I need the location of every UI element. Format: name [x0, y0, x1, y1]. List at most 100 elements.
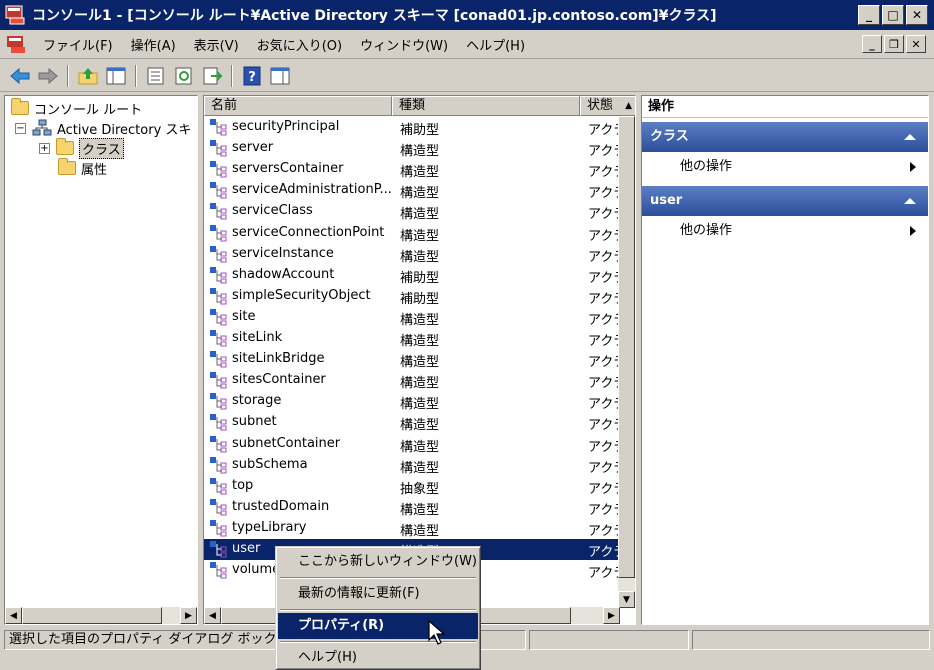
- column-header-type[interactable]: 種類: [392, 96, 580, 116]
- menu-view[interactable]: 表示(V): [185, 35, 248, 54]
- context-properties[interactable]: プロパティ(R): [278, 613, 478, 639]
- cell-name: simpleSecurityObject: [232, 287, 371, 303]
- tree-horizontal-scrollbar[interactable]: ◀ ▶: [5, 607, 197, 624]
- minimize-button[interactable]: _: [858, 5, 880, 25]
- tree-node-ad-schema[interactable]: − Active Directory スキ: [15, 118, 191, 138]
- list-row-sitelink[interactable]: siteLink 構造型 アクテ: [204, 328, 624, 349]
- window-title: コンソール1 - [コンソール ルート¥Active Directory スキー…: [32, 8, 717, 24]
- list-row-sitescontainer[interactable]: sitesContainer 構造型 アクテ: [204, 370, 624, 391]
- list-row-serviceconnectionpoint[interactable]: serviceConnectionPoint 構造型 アクテ: [204, 223, 624, 244]
- menu-bar: ファイル(F) 操作(A) 表示(V) お気に入り(O) ウィンドウ(W) ヘル…: [0, 31, 934, 59]
- schema-class-icon: [210, 351, 227, 368]
- column-header-name[interactable]: 名前: [204, 96, 392, 116]
- list-row-serviceclass[interactable]: serviceClass 構造型 アクテ: [204, 201, 624, 222]
- list-row-subnet[interactable]: subnet 構造型 アクテ: [204, 412, 624, 433]
- schema-class-icon: [210, 456, 227, 474]
- list-row-serverscontainer[interactable]: serversContainer 構造型 アクテ: [204, 159, 624, 180]
- cell-type: 補助型: [400, 270, 440, 286]
- menu-action[interactable]: 操作(A): [122, 35, 185, 54]
- back-arrow-icon: [10, 67, 30, 84]
- list-row-site[interactable]: site 構造型 アクテ: [204, 307, 624, 328]
- action-section-user[interactable]: user: [642, 186, 928, 216]
- document-icon[interactable]: [6, 35, 28, 55]
- properties-toolbar-button[interactable]: [144, 64, 168, 88]
- maximize-button[interactable]: □: [882, 5, 904, 25]
- close-button[interactable]: ✕: [906, 5, 928, 25]
- tree-node-attributes[interactable]: 属性: [58, 158, 107, 178]
- folder-up-icon: [78, 67, 98, 84]
- list-row-shadowaccount[interactable]: shadowAccount 補助型 アクテ: [204, 265, 624, 286]
- collapse-caret-icon[interactable]: [904, 198, 916, 204]
- help-button[interactable]: ?: [240, 64, 264, 88]
- child-close-button[interactable]: ✕: [906, 35, 926, 53]
- cell-name: serversContainer: [232, 161, 344, 177]
- schema-class-icon: [210, 498, 227, 516]
- child-restore-button[interactable]: ❐: [884, 35, 904, 53]
- context-refresh[interactable]: 最新の情報に更新(F): [278, 581, 478, 607]
- collapse-icon[interactable]: −: [15, 122, 26, 134]
- list-row-server[interactable]: server 構造型 アクテ: [204, 138, 624, 159]
- menu-file[interactable]: ファイル(F): [34, 35, 122, 54]
- list-row-subnetcontainer[interactable]: subnetContainer 構造型 アクテ: [204, 434, 624, 455]
- cell-type: 構造型: [400, 355, 440, 371]
- action-section-classes[interactable]: クラス: [642, 122, 928, 152]
- cell-name: serviceClass: [232, 203, 313, 219]
- list-row-storage[interactable]: storage 構造型 アクテ: [204, 391, 624, 412]
- schema-class-icon: [210, 477, 227, 495]
- refresh-button[interactable]: [172, 64, 196, 88]
- tree-node-console-root[interactable]: コンソール ルート: [11, 98, 142, 118]
- show-hide-action-pane-button[interactable]: [268, 64, 292, 88]
- schema-class-icon: [210, 287, 227, 305]
- list-row-top[interactable]: top 抽象型 アクテ: [204, 476, 624, 497]
- action-more-actions-user[interactable]: 他の操作: [642, 216, 928, 246]
- forward-button[interactable]: [36, 64, 60, 88]
- maximize-icon: □: [887, 8, 899, 22]
- list-row-simplesecurityobject[interactable]: simpleSecurityObject 補助型 アクテ: [204, 286, 624, 307]
- schema-class-icon: [210, 330, 227, 347]
- list-row-subschema[interactable]: subSchema 構造型 アクテ: [204, 455, 624, 476]
- scroll-left-button[interactable]: ◀: [204, 607, 221, 624]
- scroll-thumb[interactable]: [618, 116, 635, 578]
- list-row-trusteddomain[interactable]: trustedDomain 構造型 アクテ: [204, 497, 624, 518]
- list-row-typelibrary[interactable]: typeLibrary 構造型 アクテ: [204, 518, 624, 539]
- schema-class-icon: [210, 435, 227, 452]
- cell-name: securityPrincipal: [232, 119, 340, 134]
- expand-icon[interactable]: +: [39, 142, 50, 154]
- tree-node-classes[interactable]: + クラス: [39, 137, 124, 159]
- list-row-serviceadministrationp[interactable]: serviceAdministrationP... 構造型 アクテ: [204, 180, 624, 201]
- arrow-left-icon: ◀: [10, 610, 17, 621]
- column-header-status[interactable]: 状態 ▲: [580, 96, 635, 116]
- tree-node-label: クラス: [79, 137, 124, 159]
- list-vertical-scrollbar[interactable]: ▼: [618, 116, 635, 608]
- scroll-right-button[interactable]: ▶: [603, 607, 620, 624]
- context-new-window-from-here[interactable]: ここから新しいウィンドウ(W): [278, 549, 478, 575]
- export-icon: [203, 67, 223, 84]
- child-minimize-button[interactable]: _: [862, 35, 882, 53]
- status-panel-3: [529, 630, 690, 650]
- scroll-right-button[interactable]: ▶: [180, 607, 197, 624]
- back-button[interactable]: [8, 64, 32, 88]
- list-row-securityprincipal[interactable]: securityPrincipal 補助型 アクテ: [204, 117, 624, 138]
- menu-favorites[interactable]: お気に入り(O): [248, 35, 351, 54]
- up-one-level-button[interactable]: [76, 64, 100, 88]
- cell-type: 抽象型: [400, 481, 440, 497]
- menu-help[interactable]: ヘルプ(H): [457, 35, 534, 54]
- mmc-app-icon: [4, 4, 28, 26]
- cell-name: subnet: [232, 414, 277, 430]
- list-row-serviceinstance[interactable]: serviceInstance 構造型 アクテ: [204, 244, 624, 265]
- action-more-actions-classes[interactable]: 他の操作: [642, 152, 928, 182]
- collapse-caret-icon[interactable]: [904, 134, 916, 140]
- export-list-button[interactable]: [200, 64, 224, 88]
- close-icon: ✕: [911, 8, 923, 22]
- context-help[interactable]: ヘルプ(H): [278, 645, 478, 670]
- scroll-down-button[interactable]: ▼: [618, 591, 635, 608]
- list-row-sitelinkbridge[interactable]: siteLinkBridge 構造型 アクテ: [204, 349, 624, 371]
- scroll-thumb[interactable]: [22, 607, 162, 624]
- folder-icon: [56, 138, 74, 155]
- show-hide-tree-button[interactable]: [104, 64, 128, 88]
- menu-window[interactable]: ウィンドウ(W): [351, 35, 457, 54]
- title-bar[interactable]: コンソール1 - [コンソール ルート¥Active Directory スキー…: [0, 0, 934, 30]
- scroll-left-button[interactable]: ◀: [5, 607, 22, 624]
- cell-name: siteLinkBridge: [232, 351, 325, 367]
- cell-name: typeLibrary: [232, 519, 307, 535]
